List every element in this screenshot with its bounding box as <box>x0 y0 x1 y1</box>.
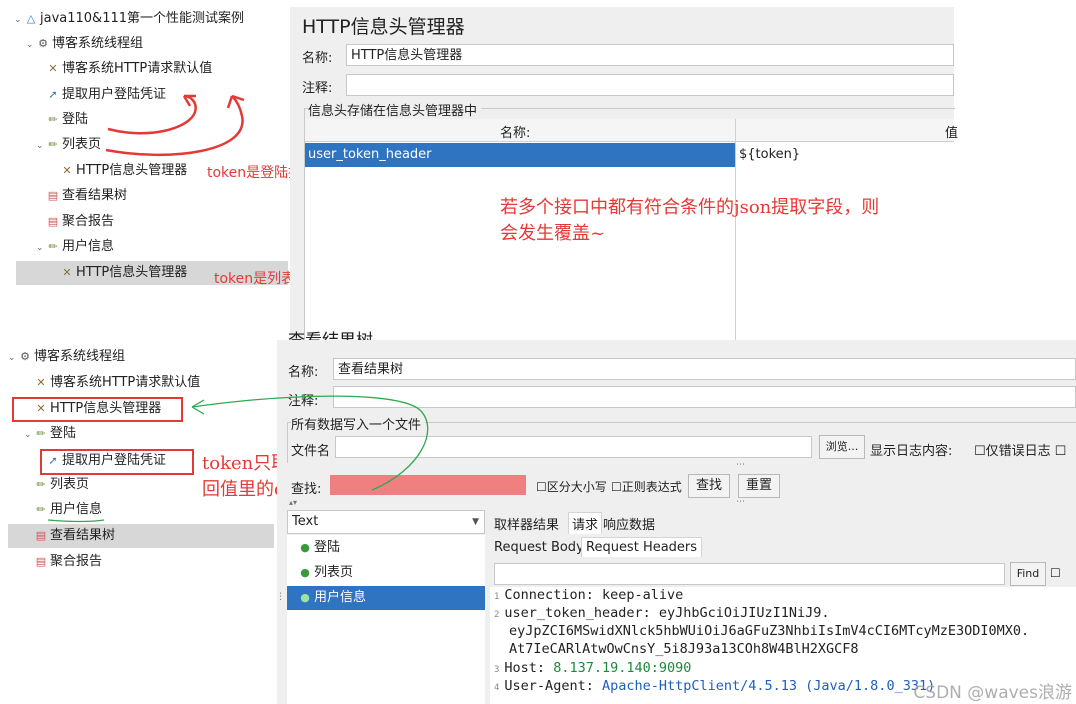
red-arrow-curve-1 <box>107 94 197 135</box>
green-underline <box>47 519 105 523</box>
annotation-strokes <box>47 94 429 523</box>
red-arrow-curve-2 <box>105 95 244 157</box>
green-arrow-curve <box>191 395 429 491</box>
